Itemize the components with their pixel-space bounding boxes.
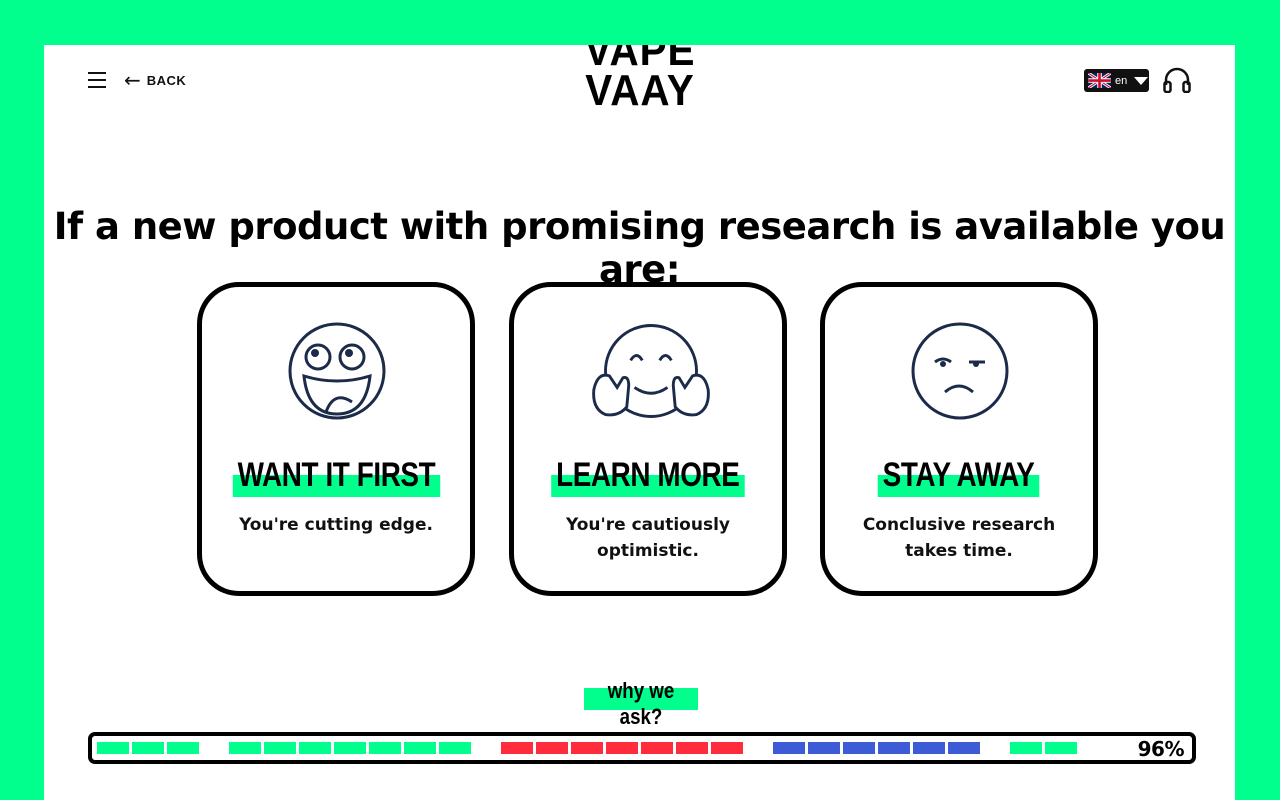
skeptical-face-icon bbox=[911, 322, 1009, 420]
option-title: LEARN MORE bbox=[551, 457, 745, 497]
progress-segment bbox=[808, 742, 840, 754]
logo[interactable]: VAPE VAAY bbox=[583, 45, 697, 115]
progress-segments bbox=[97, 742, 1192, 754]
back-label: BACK bbox=[146, 72, 187, 88]
progress-segment bbox=[641, 742, 673, 754]
option-card-stay-away[interactable]: STAY AWAY Conclusive research takes time… bbox=[820, 282, 1098, 596]
progress-segment bbox=[948, 742, 980, 754]
back-button[interactable]: ← BACK bbox=[124, 68, 187, 92]
progress-segment bbox=[606, 742, 638, 754]
progress-segment bbox=[439, 742, 471, 754]
progress-segment bbox=[501, 742, 533, 754]
page-container: ← BACK VAPE VAAY en If a new product wit… bbox=[44, 45, 1235, 800]
why-we-ask-link[interactable]: why we ask? bbox=[584, 678, 698, 729]
progress-segment bbox=[299, 742, 331, 754]
progress-segment bbox=[1010, 742, 1042, 754]
progress-segment bbox=[878, 742, 910, 754]
progress-bar: 96% bbox=[88, 732, 1196, 764]
progress-segment bbox=[229, 742, 261, 754]
headphones-icon[interactable] bbox=[1163, 67, 1191, 93]
progress-segment bbox=[913, 742, 945, 754]
question-title: If a new product with promising research… bbox=[53, 205, 1226, 291]
option-title: STAY AWAY bbox=[878, 457, 1040, 497]
progress-segment bbox=[676, 742, 708, 754]
hugging-face-icon bbox=[592, 324, 710, 418]
chevron-down-icon bbox=[1134, 76, 1149, 85]
progress-segment bbox=[167, 742, 199, 754]
uk-flag-icon bbox=[1088, 73, 1111, 88]
option-title-wrapper: STAY AWAY bbox=[825, 457, 1093, 497]
grinning-face-icon bbox=[288, 322, 386, 420]
arrow-left-icon: ← bbox=[124, 68, 141, 92]
progress-segment bbox=[97, 742, 129, 754]
progress-segment bbox=[843, 742, 875, 754]
option-card-learn-more[interactable]: LEARN MORE You're cautiously optimistic. bbox=[509, 282, 787, 596]
option-description: You're cautiously optimistic. bbox=[566, 515, 730, 561]
why-we-ask-label: why we ask? bbox=[607, 678, 675, 729]
option-title-wrapper: LEARN MORE bbox=[514, 457, 782, 497]
language-code: en bbox=[1115, 74, 1128, 87]
option-title-wrapper: WANT IT FIRST bbox=[202, 457, 470, 497]
progress-segment bbox=[404, 742, 436, 754]
menu-icon[interactable] bbox=[88, 72, 106, 88]
progress-segment bbox=[369, 742, 401, 754]
progress-segment bbox=[571, 742, 603, 754]
progress-segment bbox=[334, 742, 366, 754]
option-title: WANT IT FIRST bbox=[232, 457, 440, 497]
progress-segment bbox=[536, 742, 568, 754]
progress-segment bbox=[711, 742, 743, 754]
language-selector[interactable]: en bbox=[1084, 69, 1149, 92]
option-card-want-it-first[interactable]: WANT IT FIRST You're cutting edge. bbox=[197, 282, 475, 596]
progress-segment bbox=[132, 742, 164, 754]
progress-segment bbox=[1045, 742, 1077, 754]
option-description: Conclusive research takes time. bbox=[862, 515, 1056, 561]
logo-line-2: VAAY bbox=[585, 66, 695, 115]
option-description: You're cutting edge. bbox=[239, 515, 433, 535]
progress-percent: 96% bbox=[1137, 737, 1185, 761]
progress-segment bbox=[773, 742, 805, 754]
progress-segment bbox=[264, 742, 296, 754]
